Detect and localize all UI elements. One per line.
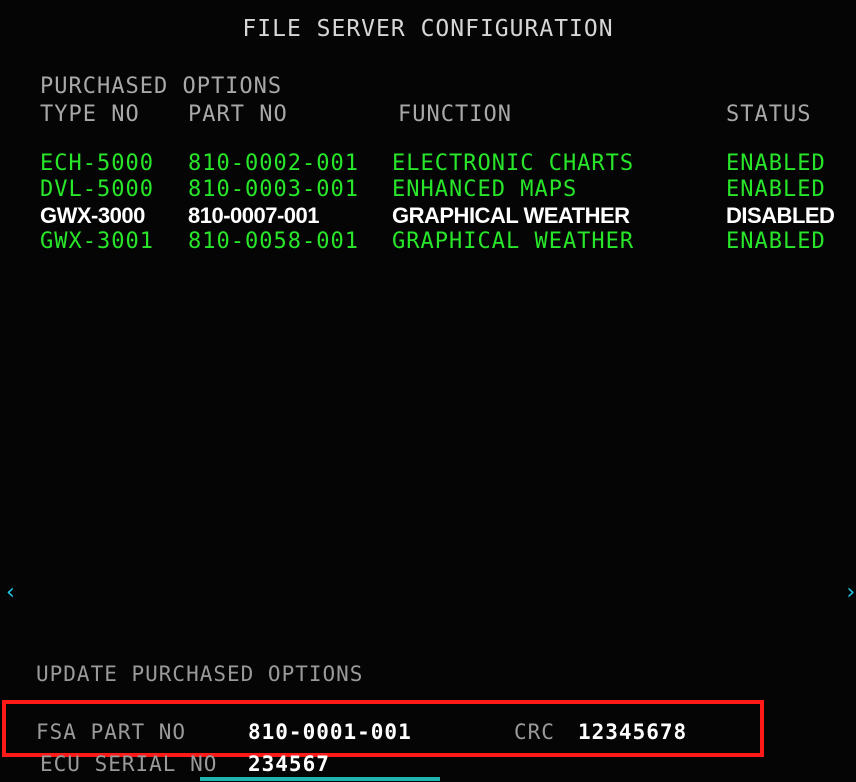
ecu-serial-no-label: ECU SERIAL NO — [40, 752, 218, 776]
option-type: ECH-5000 — [40, 151, 154, 176]
option-function: ELECTRONIC CHARTS — [392, 151, 635, 176]
function-header: FUNCTION — [398, 102, 512, 127]
ecu-serial-no-value[interactable]: 234567 — [248, 752, 330, 776]
option-part: 810-0058-001 — [188, 229, 359, 254]
option-row-ech-5000[interactable]: ECH-5000 810-0002-001 ELECTRONIC CHARTS … — [0, 151, 856, 177]
option-status: ENABLED — [726, 177, 826, 202]
option-row-gwx-3000[interactable]: GWX-3000 810-0007-001 GRAPHICAL WEATHER … — [0, 203, 856, 229]
option-type: GWX-3001 — [40, 229, 154, 254]
part-no-header: PART NO — [188, 102, 288, 127]
option-function: GRAPHICAL WEATHER — [392, 229, 635, 254]
status-header: STATUS — [726, 102, 812, 127]
option-row-dvl-5000[interactable]: DVL-5000 810-0003-001 ENHANCED MAPS ENAB… — [0, 177, 856, 203]
option-function: GRAPHICAL WEATHER — [392, 203, 630, 228]
page-title: FILE SERVER CONFIGURATION — [242, 16, 614, 42]
option-part: 810-0003-001 — [188, 177, 359, 202]
highlight-box — [2, 700, 764, 757]
update-purchased-options-label[interactable]: UPDATE PURCHASED OPTIONS — [36, 662, 363, 686]
option-status: ENABLED — [726, 229, 826, 254]
option-status: DISABLED — [726, 203, 835, 228]
type-no-header: TYPE NO — [40, 102, 140, 127]
scroll-right-arrow-icon[interactable]: › — [844, 580, 856, 605]
option-part: 810-0002-001 — [188, 151, 359, 176]
option-status: ENABLED — [726, 151, 826, 176]
option-type: DVL-5000 — [40, 177, 154, 202]
scroll-left-arrow-icon[interactable]: ‹ — [4, 580, 17, 605]
selection-indicator-bar — [200, 777, 440, 781]
option-function: ENHANCED MAPS — [392, 177, 578, 202]
option-row-gwx-3001[interactable]: GWX-3001 810-0058-001 GRAPHICAL WEATHER … — [0, 229, 856, 255]
purchased-options-header: PURCHASED OPTIONS — [40, 74, 283, 99]
file-server-config-screen: FILE SERVER CONFIGURATION PURCHASED OPTI… — [0, 0, 856, 782]
option-part: 810-0007-001 — [188, 203, 320, 228]
option-type: GWX-3000 — [40, 203, 145, 228]
